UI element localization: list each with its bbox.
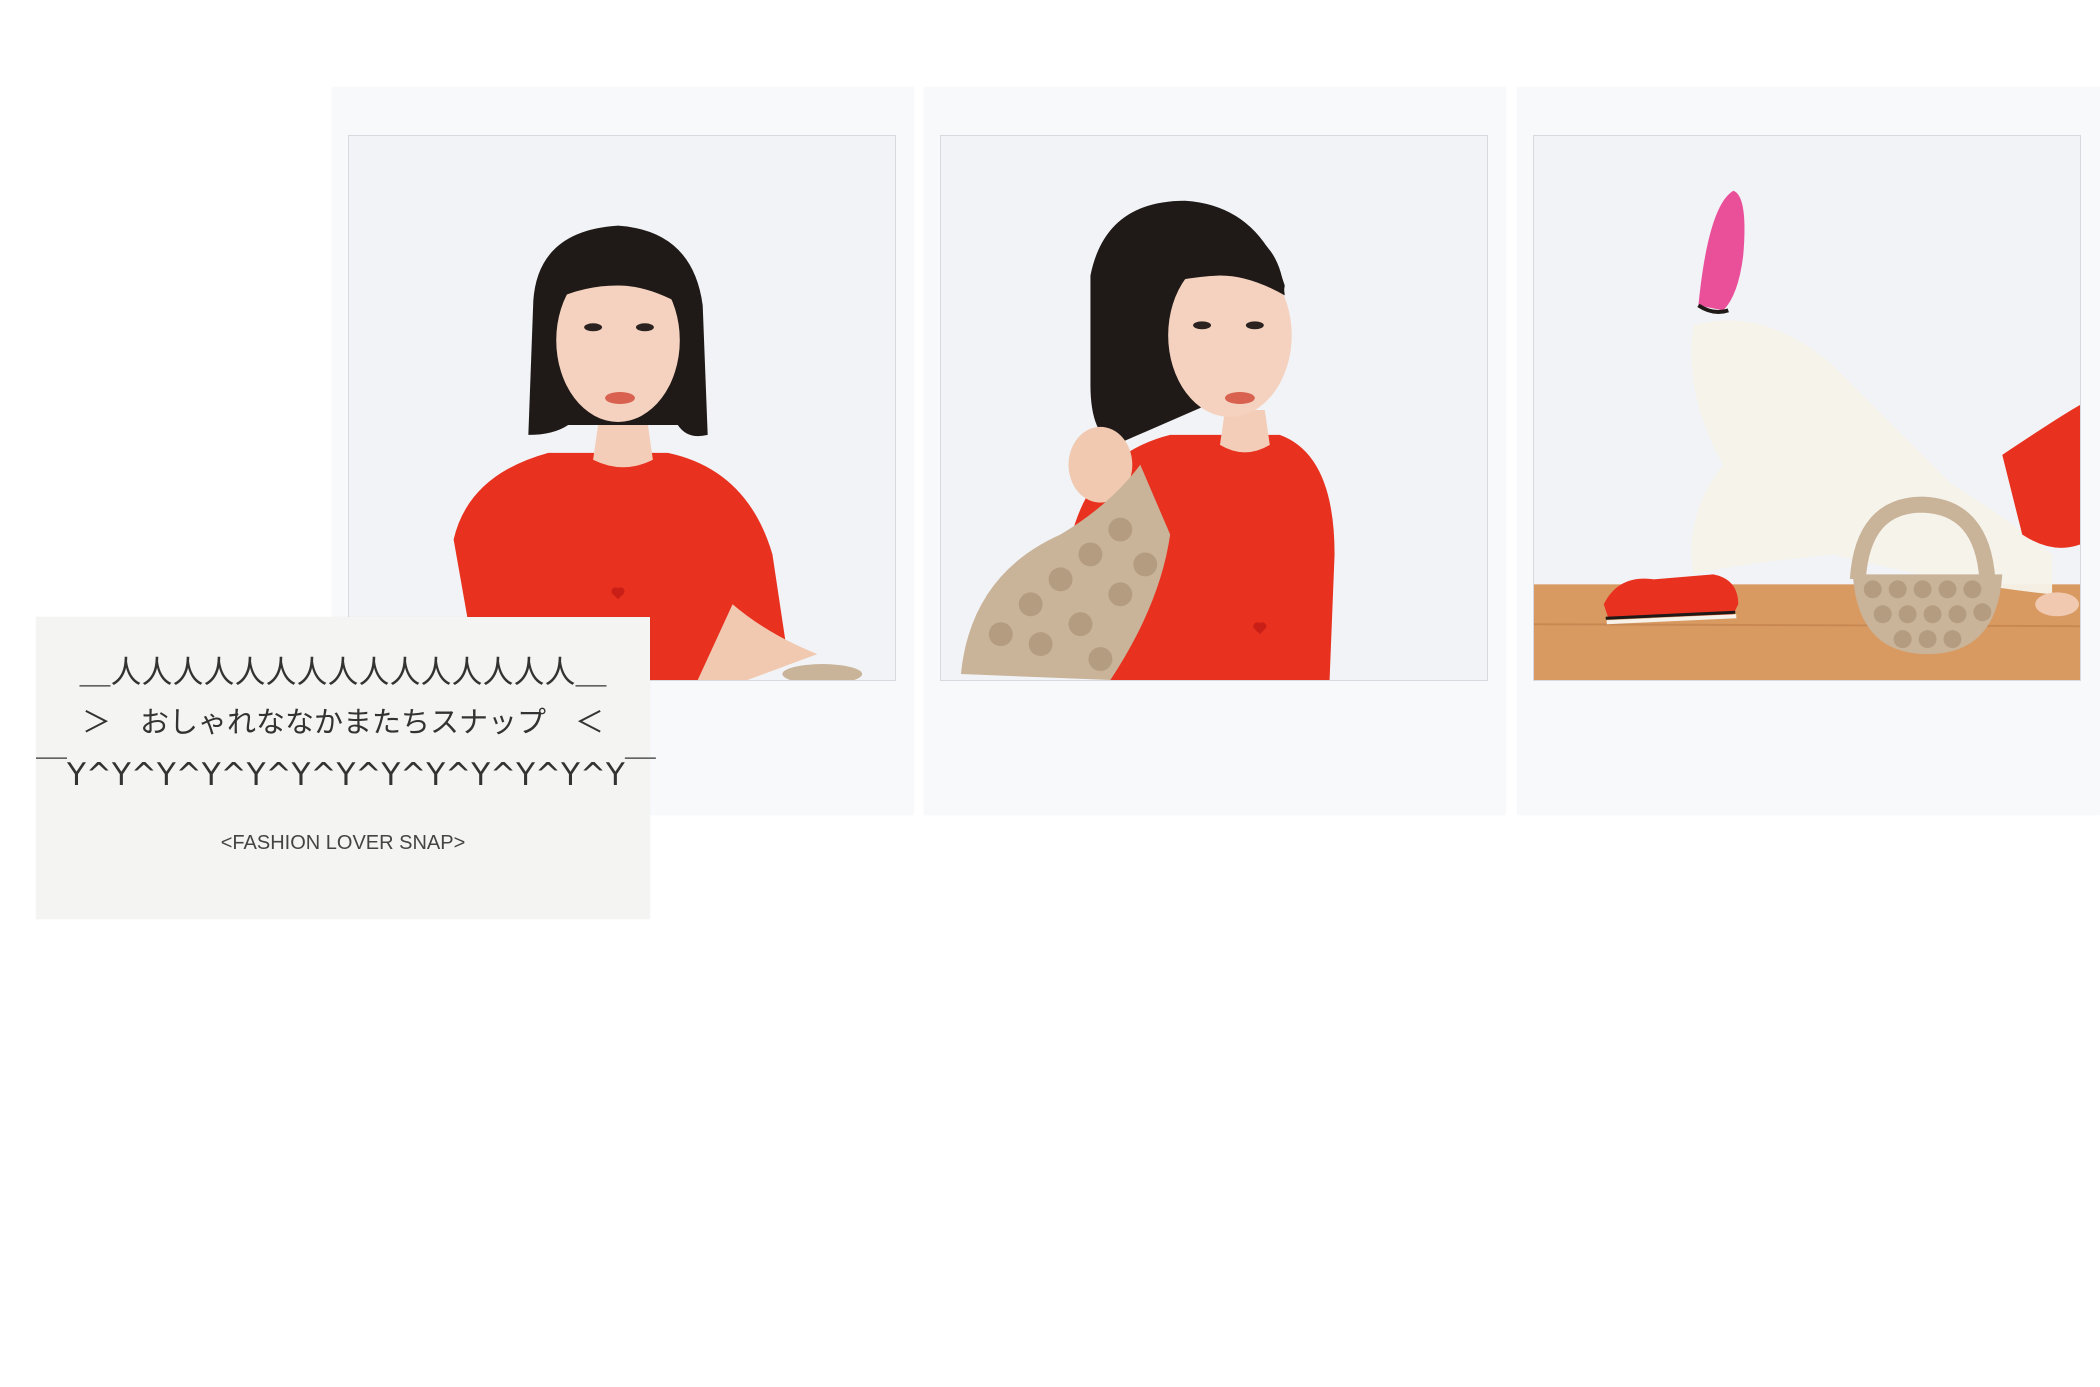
portrait-side-image bbox=[941, 136, 1487, 680]
title-japanese: ＞ おしゃれななかまたちスナップ ＜ bbox=[81, 705, 604, 739]
polaroid-3 bbox=[1517, 87, 2100, 815]
photo-portrait-side bbox=[940, 135, 1488, 681]
title-deco-top: ＿人人人人人人人人人人人人人人人＿ bbox=[79, 655, 607, 691]
title-card: ＿人人人人人人人人人人人人人人人＿ ＞ おしゃれななかまたちスナップ ＜ ￣Y^… bbox=[36, 617, 656, 919]
polaroid-2 bbox=[924, 87, 1506, 815]
portrait-front-image bbox=[349, 136, 895, 680]
photo-shoes-and-bag bbox=[1533, 135, 2081, 681]
shoes-and-bag-image bbox=[1534, 136, 2080, 680]
title-english: <FASHION LOVER SNAP> bbox=[220, 832, 466, 854]
photo-portrait-front bbox=[348, 135, 896, 681]
title-deco-bottom: ￣Y^Y^Y^Y^Y^Y^Y^Y^Y^Y^Y^Y^Y￣ bbox=[36, 757, 656, 793]
